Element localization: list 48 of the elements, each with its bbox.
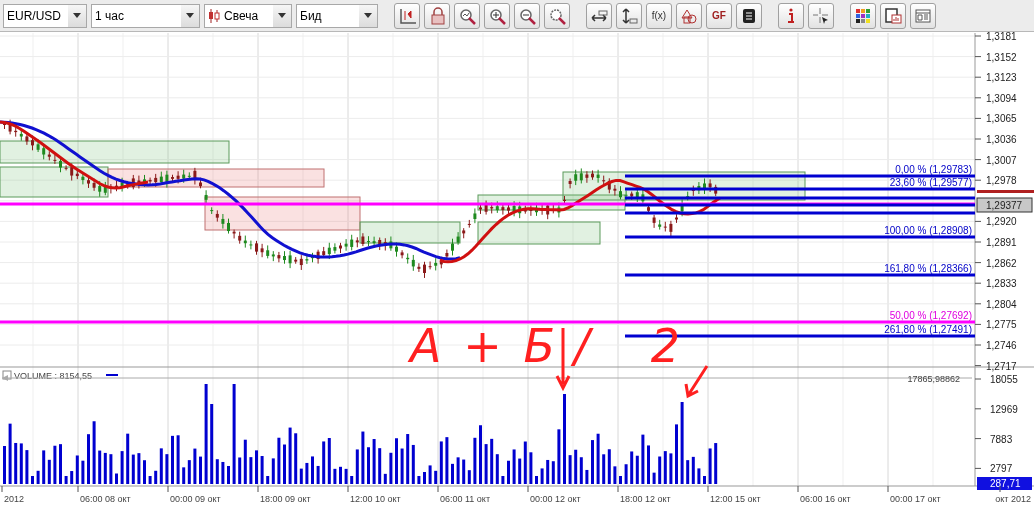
time-axis-label: 18:00 12 окт (620, 494, 671, 504)
time-axis-label: 06:00 11 окт (440, 494, 491, 504)
function-button[interactable]: f(x) (646, 2, 672, 29)
fibonacci-label: 261,80 % (1,27491) (884, 324, 972, 335)
period-dropdown[interactable]: 1 час (91, 3, 200, 28)
price-axis-label: 1,2862 (986, 257, 1017, 269)
price-axis-label: 1,3181 (986, 32, 1017, 42)
volume-axis-label: 18055 (990, 374, 1018, 385)
price-axis-label: 1,2891 (986, 237, 1017, 248)
time-axis-label: 18:00 09 окт (260, 494, 311, 504)
time-axis-label: 00:00 12 окт (530, 494, 581, 504)
price-axis-label: 1,2920 (986, 216, 1017, 228)
price-type-dropdown[interactable]: Бид (296, 3, 378, 28)
price-axis-label: 1,2717 (986, 360, 1017, 372)
time-axis-label: 12:00 15 окт (710, 494, 761, 504)
price-axis-label: 1,3152 (986, 51, 1017, 63)
current-price-label: 1,29377 (986, 200, 1023, 211)
time-axis-label: 2012 (4, 494, 25, 504)
time-axis-label: 00:00 17 окт (890, 494, 941, 504)
time-axis-label: 00:00 09 окт (170, 494, 221, 504)
volume-marker-label: 17865,98862 (907, 374, 960, 384)
price-axis-label: 1,3036 (986, 134, 1017, 145)
symbol-dropdown[interactable]: EUR/USD (3, 3, 87, 28)
fibonacci-label: 0,00 % (1,29783) (895, 164, 972, 175)
price-axis-label: 1,2804 (986, 298, 1017, 310)
price-axis-label: 1,3007 (986, 154, 1017, 166)
level-label: 50,00 % (1,27692) (889, 310, 972, 321)
volume-legend: VOLUME : 8154,55 (14, 371, 93, 381)
time-axis-label: окт 2012 (995, 494, 1031, 504)
price-axis-label: 1,3094 (986, 92, 1017, 104)
current-volume-label: 287,71 (990, 478, 1021, 489)
price-axis-label: 1,2746 (986, 340, 1017, 351)
price-axis-label: 1,3123 (986, 72, 1017, 84)
chart-type-dropdown[interactable]: Свеча (204, 3, 292, 28)
fibonacci-label: 161,80 % (1,28366) (884, 263, 972, 274)
time-axis-label: 12:00 10 окт (350, 494, 401, 504)
volume-axis-label: 2797 (990, 463, 1013, 475)
time-axis-label: 06:00 08 окт (80, 494, 131, 504)
volume-axis-label: 12969 (990, 403, 1018, 415)
volume-axis-label: 7883 (990, 433, 1013, 445)
time-axis-label: 06:00 16 окт (800, 494, 851, 504)
fibonacci-label: 100,00 % (1,28908) (884, 225, 972, 236)
fibonacci-label: 23,60 % (1,29577) (889, 177, 972, 188)
price-axis-label: 1,2775 (986, 319, 1017, 331)
price-axis-label: 1,2833 (986, 278, 1017, 290)
price-axis-label: 1,2978 (986, 175, 1017, 187)
gf-button[interactable]: GF (706, 2, 732, 29)
price-axis-label: 1,3065 (986, 113, 1017, 125)
